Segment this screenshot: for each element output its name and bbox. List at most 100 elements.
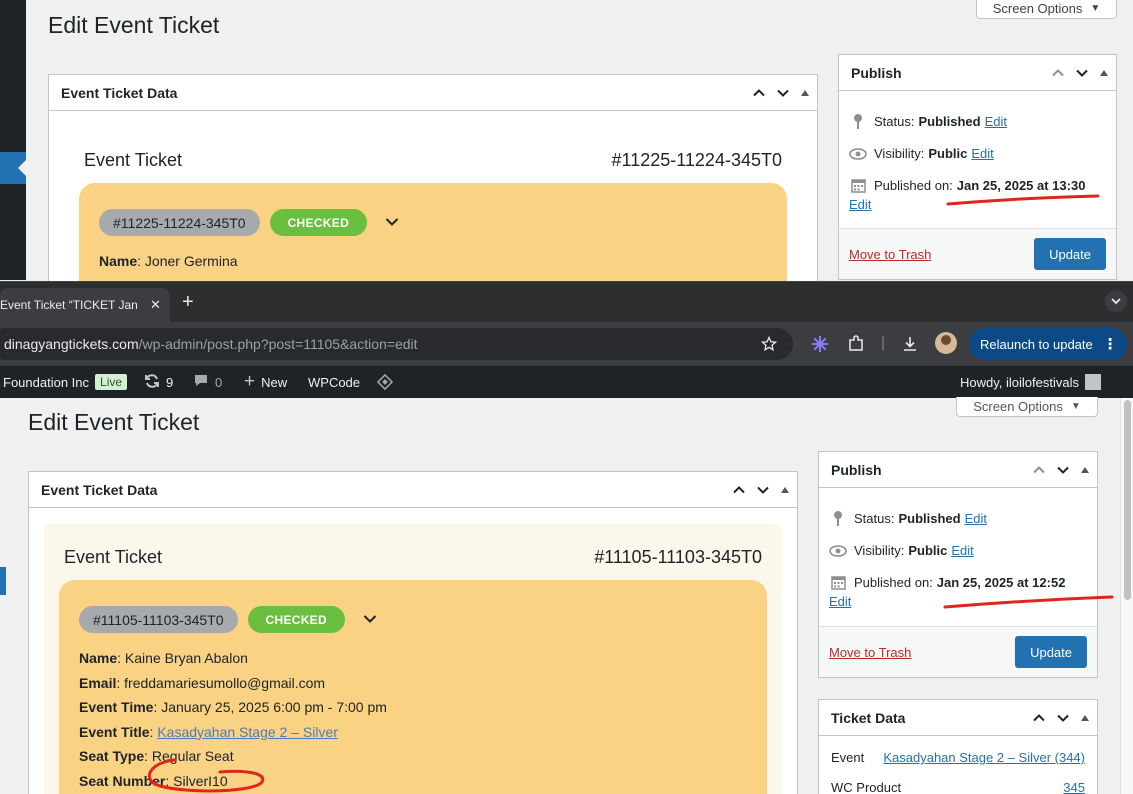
edit-visibility-link[interactable]: Edit: [951, 543, 973, 558]
screen-options-button[interactable]: Screen Options ▼: [976, 0, 1117, 19]
admin-bar-account[interactable]: Howdy, iloilofestivals: [960, 366, 1101, 398]
calendar-icon: [829, 575, 847, 590]
postbox-header: Publish: [819, 452, 1097, 488]
move-up-icon[interactable]: [1050, 65, 1066, 81]
publish-actions: Move to Trash Update: [819, 626, 1097, 677]
published-on-row: Published on: Jan 25, 2025 at 13:30: [849, 178, 1106, 193]
published-label: Published on:: [874, 178, 953, 193]
admin-bar-updates[interactable]: 9: [144, 366, 173, 398]
field-seat-type: Seat Type: Regular Seat: [79, 748, 234, 765]
postbox-title: Publish: [831, 461, 882, 478]
status-row: Status: Published Edit: [849, 113, 1106, 129]
status-label: Status:: [874, 113, 915, 129]
ticket-details: #11105-11103-345T0 CHECKED Name: Kaine B…: [59, 580, 767, 794]
field-seat-number: Seat Number: SilverI10: [79, 772, 228, 789]
field-label: Seat Number: [79, 772, 166, 789]
move-up-icon[interactable]: [731, 482, 747, 498]
ticket-data-box: Ticket Data Event Kasadyahan Stage 2 – S…: [818, 699, 1098, 794]
visibility-row: Visibility: Public Edit: [829, 543, 1087, 558]
close-tab-icon[interactable]: ✕: [150, 297, 161, 313]
edit-status-link[interactable]: Edit: [985, 114, 1007, 129]
edit-date-link[interactable]: Edit: [829, 594, 851, 609]
chevron-down-icon[interactable]: [363, 611, 377, 629]
address-bar[interactable]: dinagyangtickets.com/wp-admin/post.php?p…: [0, 328, 793, 360]
bookmark-star-icon[interactable]: [760, 335, 778, 357]
screen-options-label: Screen Options: [973, 399, 1063, 414]
ticket-id: #11225-11224-345T0: [611, 149, 782, 170]
toggle-panel-icon[interactable]: [801, 89, 809, 96]
scrollbar-thumb[interactable]: [1124, 400, 1131, 600]
move-down-icon[interactable]: [1055, 710, 1071, 726]
product-link[interactable]: 345: [1063, 780, 1085, 794]
move-up-icon[interactable]: [1031, 710, 1047, 726]
profile-avatar[interactable]: [935, 332, 957, 354]
published-value: Jan 25, 2025 at 12:52: [936, 575, 1066, 590]
new-tab-icon[interactable]: +: [182, 291, 194, 314]
postbox-title: Ticket Data: [831, 709, 906, 726]
ticket-label: Event Ticket: [64, 546, 163, 567]
published-label: Published on:: [854, 575, 933, 590]
move-down-icon[interactable]: [1055, 462, 1071, 478]
relaunch-label: Relaunch to update: [980, 336, 1093, 352]
comment-icon: [193, 373, 209, 391]
admin-sidebar: [0, 0, 26, 280]
status-row: Status: Published Edit: [829, 510, 1087, 526]
field-label: Email: [79, 674, 117, 691]
ticket-id-chip: #11105-11103-345T0: [79, 606, 238, 633]
field-email: Email: freddamariesumollo@gmail.com: [79, 674, 326, 691]
field-name: Name: Joner Germina: [99, 253, 238, 269]
user-avatar: [1084, 374, 1101, 390]
admin-bar-comments[interactable]: 0: [193, 366, 222, 398]
extension-spark-icon[interactable]: [811, 335, 829, 358]
field-label: Seat Type: [79, 748, 145, 765]
chevron-down-icon[interactable]: [385, 214, 399, 232]
toggle-panel-icon[interactable]: [1081, 714, 1089, 721]
relaunch-button[interactable]: Relaunch to update ⋮: [969, 328, 1127, 360]
browser-tab[interactable]: Event Ticket “TICKET Jan ✕: [0, 288, 170, 322]
admin-bar-wpcode[interactable]: WPCode: [308, 366, 360, 398]
move-to-trash-link[interactable]: Move to Trash: [849, 247, 931, 262]
diamond-icon[interactable]: [376, 366, 394, 398]
ticket-data-event-row: Event Kasadyahan Stage 2 – Silver (344): [831, 750, 1085, 765]
status-badge: CHECKED: [247, 606, 345, 633]
publish-box: Publish Status: Published Edit Visibilit…: [838, 54, 1117, 280]
screen-options-button[interactable]: Screen Options ▼: [956, 397, 1098, 417]
postbox-header: Ticket Data: [819, 700, 1097, 736]
status-label: Status:: [854, 510, 895, 526]
edit-status-link[interactable]: Edit: [965, 511, 987, 526]
field-value: Kaine Bryan Abalon: [124, 650, 248, 666]
download-icon[interactable]: [901, 335, 919, 358]
new-label: New: [261, 374, 288, 390]
tab-search-icon[interactable]: [1105, 290, 1127, 312]
plus-icon: +: [244, 371, 256, 392]
ticket-card: Event Ticket #11225-11224-345T0 #11225-1…: [64, 127, 802, 303]
toggle-panel-icon[interactable]: [1081, 466, 1089, 473]
move-down-icon[interactable]: [775, 85, 791, 101]
admin-bar-new[interactable]: + New: [244, 366, 287, 398]
move-to-trash-link[interactable]: Move to Trash: [829, 645, 911, 660]
field-name: Name: Kaine Bryan Abalon: [79, 650, 248, 666]
page-scrollbar[interactable]: [1120, 398, 1133, 794]
update-button[interactable]: Update: [1034, 238, 1106, 270]
kebab-menu-icon[interactable]: ⋮: [1103, 335, 1118, 353]
move-up-icon[interactable]: [751, 85, 767, 101]
puzzle-extensions-icon[interactable]: [847, 335, 865, 358]
move-down-icon[interactable]: [1074, 65, 1090, 81]
visibility-label: Visibility:: [854, 543, 905, 558]
edit-date-link[interactable]: Edit: [849, 197, 871, 212]
event-title-link[interactable]: Kasadyahan Stage 2 – Silver: [157, 724, 338, 740]
field-label: Name: [99, 253, 138, 269]
status-value: Published: [918, 113, 981, 129]
move-down-icon[interactable]: [755, 482, 771, 498]
tab-bar: Event Ticket “TICKET Jan ✕ +: [0, 282, 1133, 322]
field-value: freddamariesumollo@gmail.com: [124, 674, 326, 691]
admin-bar-site[interactable]: Foundation Inc Live: [3, 366, 128, 398]
move-up-icon[interactable]: [1031, 462, 1047, 478]
publish-actions: Move to Trash Update: [839, 228, 1116, 279]
toggle-panel-icon[interactable]: [781, 486, 789, 493]
edit-visibility-link[interactable]: Edit: [971, 146, 993, 161]
event-link[interactable]: Kasadyahan Stage 2 – Silver (344): [883, 750, 1085, 765]
toggle-panel-icon[interactable]: [1100, 69, 1108, 76]
update-button[interactable]: Update: [1015, 636, 1087, 668]
postbox-header: Event Ticket Data: [29, 472, 797, 508]
